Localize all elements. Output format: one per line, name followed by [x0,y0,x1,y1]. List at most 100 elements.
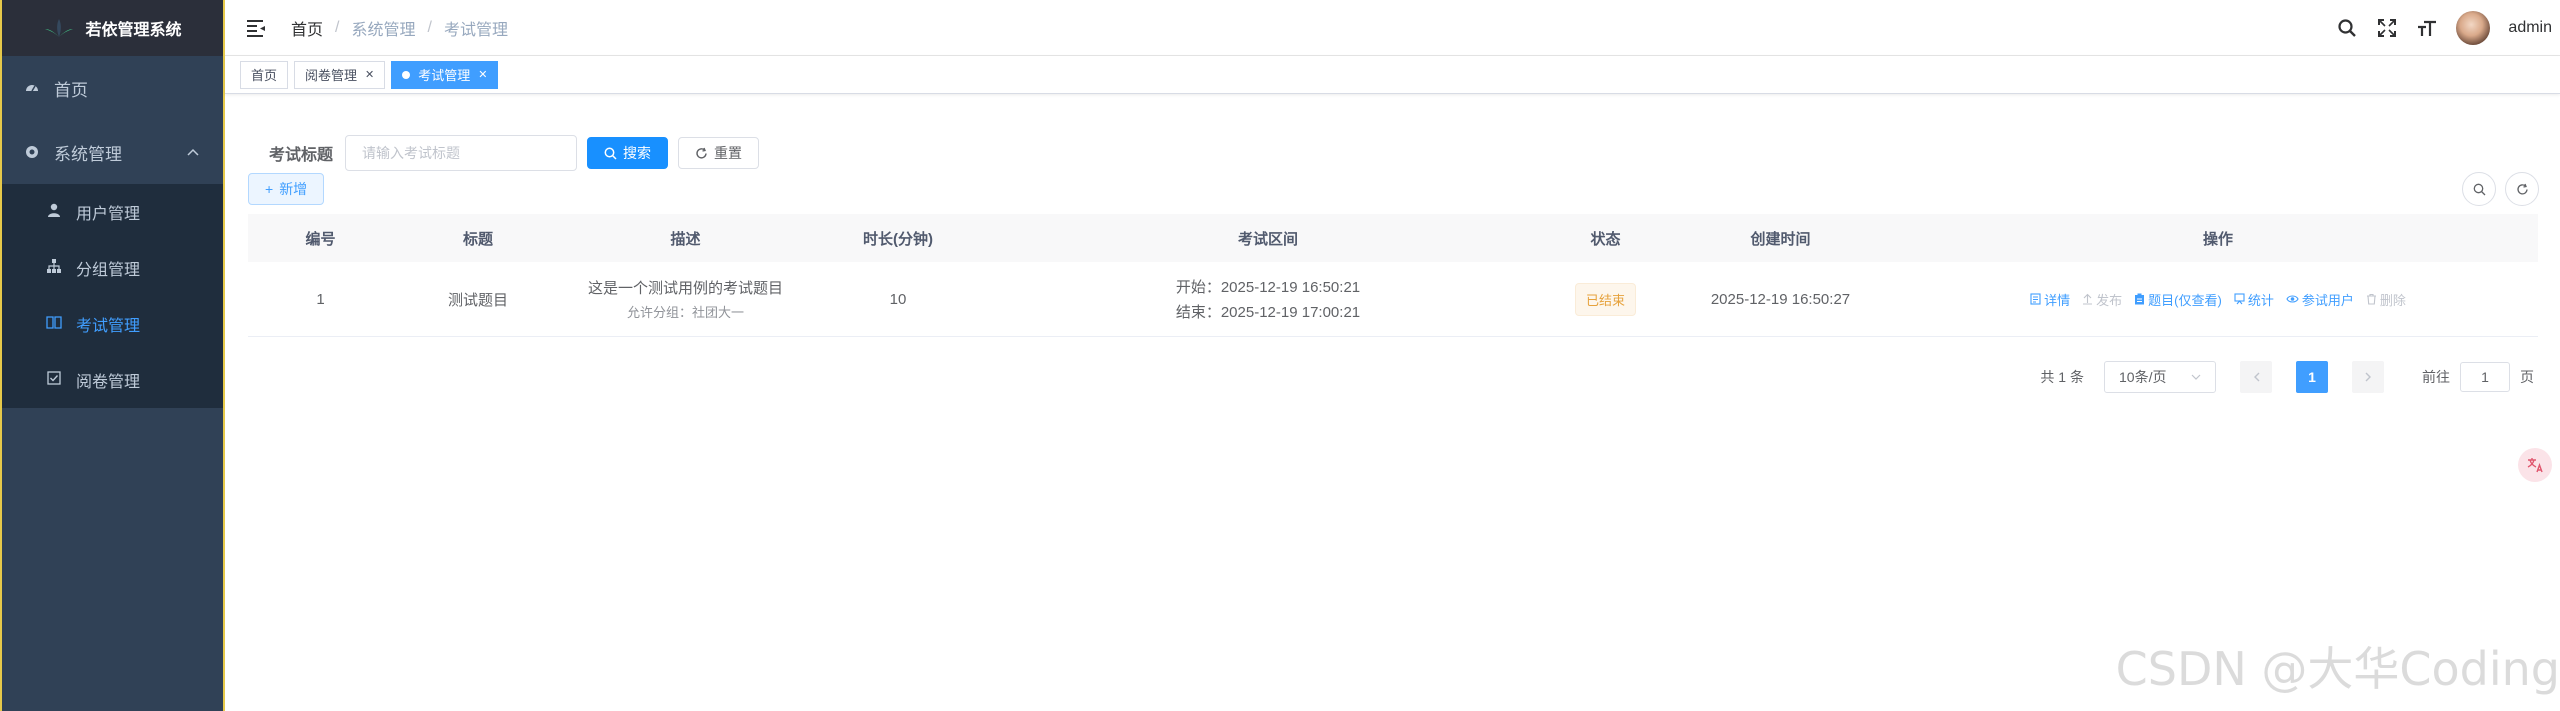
search-icon [2473,183,2485,195]
tag-grading[interactable]: 阅卷管理 ✕ [294,60,386,89]
search-icon [604,147,617,160]
search-button[interactable]: 搜索 [587,137,669,169]
navbar: 首页 / 系统管理 / 考试管理 admin [225,0,2560,56]
column-header: 考试区间 [1237,230,1298,248]
chart-icon [2234,293,2245,305]
column-header: 创建时间 [1750,230,1811,248]
system-submenu: 用户管理 分组管理 考试管理 阅卷管理 [2,184,223,408]
tags-view: 首页 阅卷管理 ✕ 考试管理 ✕ [225,56,2560,94]
hamburger-icon[interactable] [245,17,267,39]
search-icon[interactable] [2336,17,2358,39]
column-header: 编号 [305,230,336,248]
desc-text: 这是一个测试用例的考试题目 [587,280,783,297]
column-header: 描述 [670,230,701,248]
stats-button[interactable]: 统计 [2234,290,2274,309]
chevron-right-icon [2365,372,2371,382]
goto-page-input[interactable]: 1 [2460,362,2510,392]
gear-icon [24,144,40,160]
clipboard-icon [2135,293,2145,305]
add-button[interactable]: + 新增 [248,173,325,205]
breadcrumb-exams: 考试管理 [443,21,508,39]
cell-title: 测试题目 [447,291,508,309]
logo[interactable]: 若依管理系统 [2,0,223,56]
column-header: 操作 [2202,230,2233,248]
cell-interval: 开始：2025-12-19 16:50:21 结束：2025-12-19 17:… [988,276,1548,322]
chevron-left-icon [2253,372,2259,382]
sidebar-item-label: 用户管理 [76,206,141,223]
cell-status: 已结束 [1548,282,1663,316]
tag-label: 考试管理 [418,68,471,83]
toggle-search-button[interactable] [2462,172,2496,206]
refresh-button[interactable] [2505,172,2539,206]
username[interactable]: admin [2508,19,2552,37]
fullscreen-icon[interactable] [2376,17,2398,39]
search-label: 考试标题 [269,147,334,164]
desc-groups: 允许分组：社团大一 [626,305,744,320]
tag-exams[interactable]: 考试管理 ✕ [391,60,499,89]
participants-button[interactable]: 参试用户 [2286,290,2354,309]
active-dot-icon [402,70,411,79]
font-size-icon[interactable] [2416,17,2438,39]
goto-prefix: 前往 [2422,369,2450,385]
breadcrumb-home[interactable]: 首页 [291,16,323,40]
page-size-select[interactable]: 10条/页 [2104,361,2216,393]
next-page-button[interactable] [2352,361,2384,393]
cell-id: 1 [316,290,325,308]
close-icon[interactable]: ✕ [365,68,374,81]
app-title: 若依管理系统 [85,22,182,39]
eye-icon [2286,295,2299,303]
cell-desc: 这是一个测试用例的考试题目 允许分组：社团大一 [563,277,808,321]
translate-icon [2527,458,2543,473]
exam-table: 编号 标题 描述 时长(分钟) 考试区间 状态 创建时间 操作 1 测试题目 这… [248,214,2538,337]
reset-button[interactable]: 重置 [678,137,760,169]
interval-start: 开始：2025-12-19 16:50:21 [1175,279,1361,296]
cell-ops: 详情 发布 题目(仅查看) 统计 参试用户 删除 [1898,290,2538,309]
prev-page-button[interactable] [2240,361,2272,393]
publish-button[interactable]: 发布 [2082,290,2122,309]
tag-home[interactable]: 首页 [240,60,289,89]
watermark: CSDN @大华Coding [2115,642,2560,696]
pagination-total: 共 1 条 [2040,369,2084,385]
sidebar-item-system[interactable]: 系统管理 [2,120,223,184]
sidebar-item-exams[interactable]: 考试管理 [2,296,223,352]
delete-button[interactable]: 删除 [2366,290,2406,309]
questions-button[interactable]: 题目(仅查看) [2134,290,2222,309]
page-size-value: 10条/页 [2119,369,2167,385]
right-menu: admin [2336,10,2552,45]
detail-button[interactable]: 详情 [2030,290,2070,309]
sidebar-item-label: 分组管理 [76,262,141,279]
publish-label: 发布 [2096,292,2123,308]
tag-label: 阅卷管理 [305,68,358,83]
trash-icon [2366,293,2376,305]
sidebar-item-users[interactable]: 用户管理 [2,184,223,240]
refresh-icon [2516,183,2528,194]
cell-created: 2025-12-19 16:50:27 [1710,290,1851,308]
column-header: 时长(分钟) [863,230,933,248]
stats-label: 统计 [2247,292,2274,308]
search-button-label: 搜索 [623,145,652,161]
add-button-label: 新增 [279,181,308,197]
chevron-down-icon [2191,374,2201,380]
sidebar-item-grading[interactable]: 阅卷管理 [2,352,223,408]
detail-label: 详情 [2044,292,2071,308]
delete-label: 删除 [2379,292,2406,308]
search-input[interactable]: 请输入考试标题 [345,135,578,171]
status-badge: 已结束 [1574,282,1636,316]
table-row[interactable]: 1 测试题目 这是一个测试用例的考试题目 允许分组：社团大一 10 开始：202… [248,262,2538,337]
pagination: 共 1 条 10条/页 1 前往 1 页 [2040,361,2534,393]
plus-icon: + [265,181,274,197]
search-form: 考试标题 请输入考试标题 搜索 重置 [247,133,2538,173]
close-icon[interactable]: ✕ [478,68,487,81]
chevron-up-icon [187,145,199,159]
cell-duration: 10 [889,290,907,308]
translate-float-button[interactable] [2518,448,2552,482]
goto-suffix: 页 [2520,369,2534,385]
participants-label: 参试用户 [2301,292,2354,308]
breadcrumb: 首页 / 系统管理 / 考试管理 [291,16,508,40]
sidebar-item-label: 首页 [54,80,88,100]
refresh-icon [696,147,707,159]
page-number-current[interactable]: 1 [2296,361,2328,393]
avatar[interactable] [2456,10,2491,45]
sidebar-item-groups[interactable]: 分组管理 [2,240,223,296]
sidebar-item-home[interactable]: 首页 [2,56,223,120]
